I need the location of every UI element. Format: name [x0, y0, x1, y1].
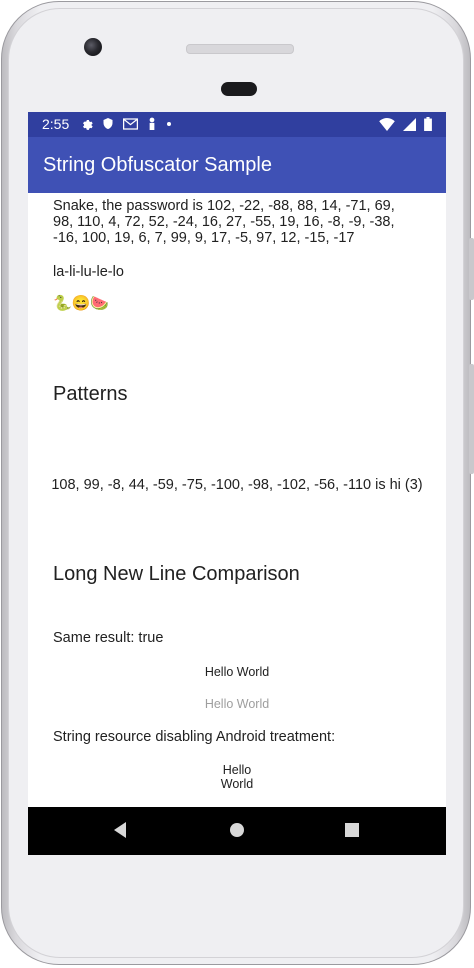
gmail-icon — [123, 117, 138, 130]
top-speaker — [186, 44, 294, 54]
lalilu-text: la-li-lu-le-lo — [53, 264, 124, 280]
patterns-heading: Patterns — [53, 383, 128, 405]
content-area[interactable]: Snake, the password is 102, -22, -88, 88… — [28, 193, 446, 807]
recents-icon[interactable] — [344, 821, 360, 839]
navigation-bar — [28, 807, 446, 855]
hello-line: Hello — [222, 763, 252, 777]
same-result-text: Same result: true — [53, 630, 164, 646]
patterns-text: 108, 99, -8, 44, -59, -75, -100, -98, -1… — [51, 477, 423, 493]
status-bar: 2:55 — [28, 112, 446, 137]
status-icons-right — [379, 117, 432, 131]
long-newline-heading: Long New Line Comparison — [53, 563, 300, 585]
earpiece — [221, 82, 257, 96]
gear-icon — [83, 119, 93, 130]
person-icon — [149, 117, 155, 130]
world-line: World — [220, 777, 254, 791]
phone-frame: 2:55 String Obfuscator Sample Snake, the… — [1, 1, 474, 965]
hello-world-text: Hello World — [204, 665, 270, 679]
resource-text: String resource disabling Android treatm… — [53, 729, 336, 745]
front-camera — [84, 38, 102, 56]
status-icons-left — [80, 117, 172, 130]
screen: 2:55 String Obfuscator Sample Snake, the… — [28, 112, 446, 855]
signal-icon — [403, 117, 416, 131]
wifi-icon — [379, 117, 395, 131]
password-text: Snake, the password is 102, -22, -88, 88… — [53, 198, 395, 246]
status-time: 2:55 — [42, 116, 70, 132]
shield-icon — [103, 118, 113, 129]
dot-icon — [167, 121, 171, 126]
app-bar: String Obfuscator Sample — [28, 137, 446, 193]
battery-icon — [424, 117, 432, 131]
home-icon[interactable] — [228, 821, 246, 839]
emoji-text: 🐍😄🍉 — [53, 295, 110, 312]
app-title: String Obfuscator Sample — [43, 154, 272, 176]
back-icon[interactable] — [112, 821, 128, 839]
hello-world-faded-text: Hello World — [204, 697, 270, 711]
power-button — [469, 238, 474, 300]
volume-button — [469, 364, 474, 474]
